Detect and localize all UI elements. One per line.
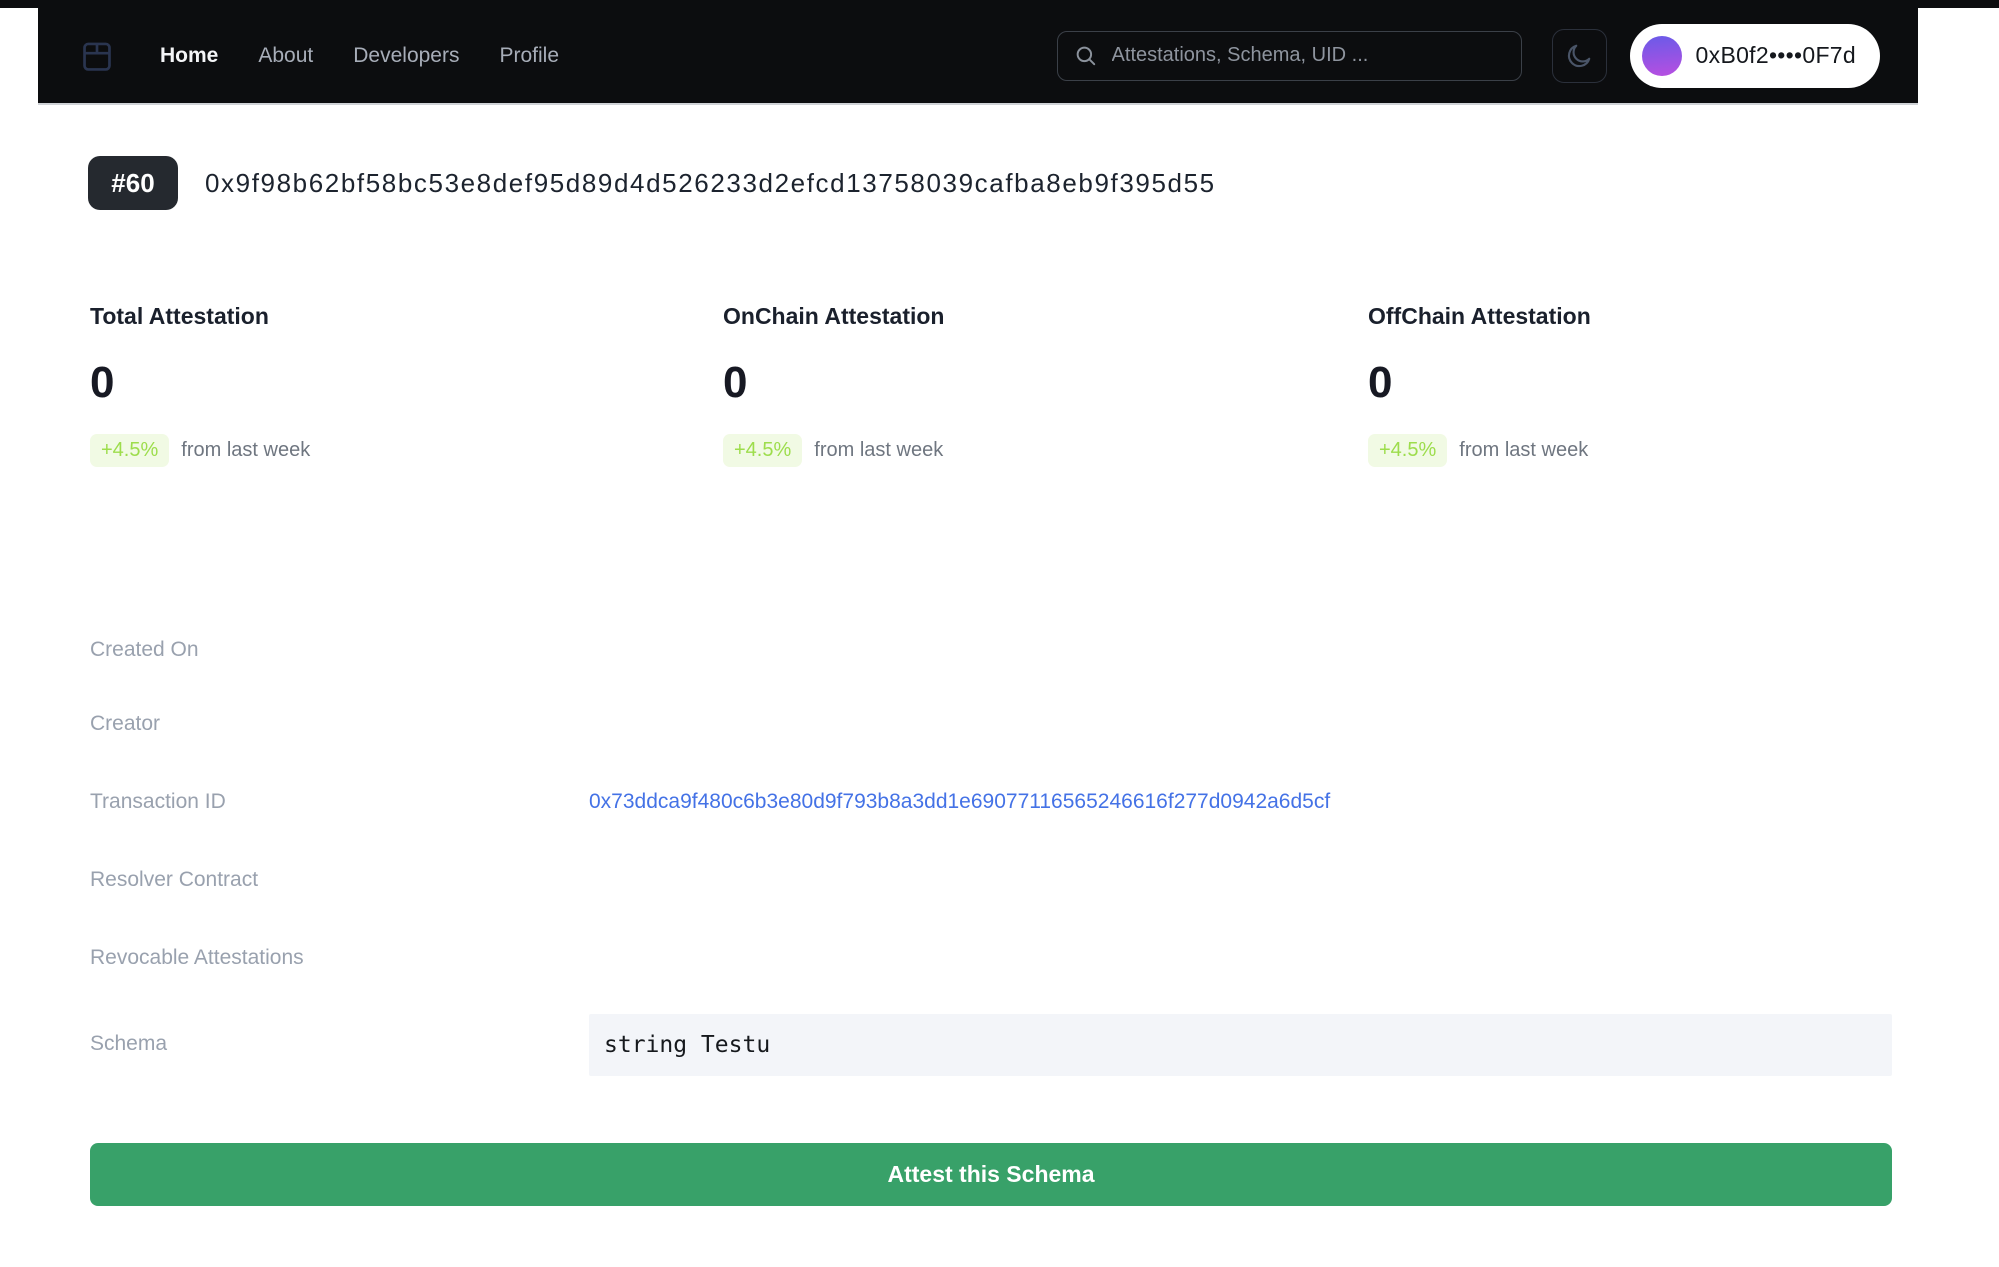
wallet-address: 0xB0f2••••0F7d [1696, 42, 1856, 69]
detail-label: Created On [90, 638, 199, 662]
search-input[interactable] [1110, 43, 1506, 68]
wallet-button[interactable]: 0xB0f2••••0F7d [1630, 24, 1880, 88]
stat-value: 0 [1368, 358, 1591, 408]
stat-delta-badge: +4.5% [723, 434, 802, 467]
detail-label: Transaction ID [90, 790, 226, 814]
nav-links: Home About Developers Profile [160, 44, 559, 68]
stat-caption: from last week [1459, 439, 1588, 462]
stat-caption: from last week [181, 439, 310, 462]
stat-value: 0 [723, 358, 944, 408]
nav-link-developers[interactable]: Developers [353, 44, 459, 68]
stat-delta-badge: +4.5% [90, 434, 169, 467]
schema-number-badge: #60 [88, 156, 178, 210]
top-strip [0, 0, 1999, 8]
navbar: Home About Developers Profile [38, 8, 1918, 105]
nav-link-home[interactable]: Home [160, 44, 218, 68]
schema-code-block: string Testu [589, 1014, 1892, 1076]
stat-label: Total Attestation [90, 303, 310, 330]
stat-delta-row: +4.5% from last week [723, 434, 944, 467]
stat-value: 0 [90, 358, 310, 408]
schema-header: #60 0x9f98b62bf58bc53e8def95d89d4d526233… [88, 156, 1216, 210]
detail-label: Creator [90, 712, 160, 736]
wallet-avatar [1642, 36, 1682, 76]
stat-card-total: Total Attestation 0 +4.5% from last week [90, 303, 310, 467]
stat-label: OnChain Attestation [723, 303, 944, 330]
page: Home About Developers Profile [0, 0, 1999, 1267]
nav-link-profile[interactable]: Profile [499, 44, 559, 68]
stat-card-offchain: OffChain Attestation 0 +4.5% from last w… [1368, 303, 1591, 467]
transaction-link[interactable]: 0x73ddca9f480c6b3e80d9f793b8a3dd1e690771… [589, 790, 1330, 814]
detail-label: Revocable Attestations [90, 946, 304, 970]
attest-button[interactable]: Attest this Schema [90, 1143, 1892, 1206]
stat-label: OffChain Attestation [1368, 303, 1591, 330]
search-box[interactable] [1057, 31, 1522, 81]
schema-code-text: string Testu [604, 1032, 770, 1058]
search-icon [1073, 43, 1099, 69]
moon-icon [1564, 41, 1594, 71]
detail-label: Schema [90, 1032, 167, 1056]
nav-link-about[interactable]: About [258, 44, 313, 68]
stat-delta-badge: +4.5% [1368, 434, 1447, 467]
stat-delta-row: +4.5% from last week [90, 434, 310, 467]
schema-uid: 0x9f98b62bf58bc53e8def95d89d4d526233d2ef… [205, 168, 1216, 199]
stat-delta-row: +4.5% from last week [1368, 434, 1591, 467]
stat-card-onchain: OnChain Attestation 0 +4.5% from last we… [723, 303, 944, 467]
stat-caption: from last week [814, 439, 943, 462]
theme-toggle-button[interactable] [1552, 29, 1607, 83]
detail-label: Resolver Contract [90, 868, 258, 892]
package-icon [80, 36, 116, 76]
